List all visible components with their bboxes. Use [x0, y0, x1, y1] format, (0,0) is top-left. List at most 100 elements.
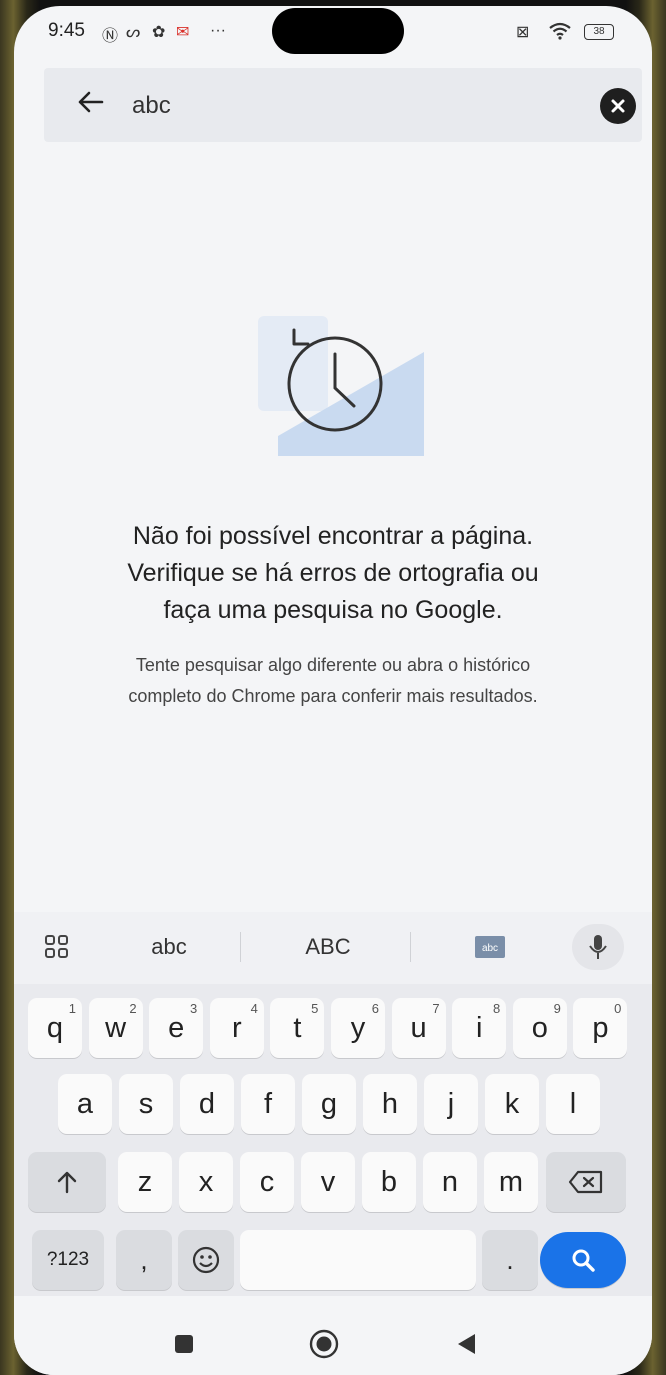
backspace-key[interactable]	[546, 1152, 626, 1212]
key-z[interactable]: z	[118, 1152, 172, 1212]
key-hint: 7	[432, 1001, 440, 1016]
arrow-left-icon	[78, 91, 104, 113]
key-hint: 8	[492, 1001, 501, 1016]
microphone-icon	[589, 935, 607, 959]
key-a[interactable]: a	[58, 1074, 112, 1134]
key-label: e	[168, 1011, 185, 1044]
no-sim-icon: ⊠	[516, 24, 530, 41]
key-label: w	[105, 1011, 127, 1044]
key-label: q	[46, 1011, 64, 1044]
home-circle-icon	[309, 1329, 339, 1359]
key-o[interactable]: o9	[512, 998, 567, 1058]
shift-arrow-icon	[57, 1171, 77, 1194]
close-icon	[611, 99, 625, 113]
key-label: u	[410, 1011, 427, 1044]
key-d[interactable]: d	[180, 1074, 234, 1134]
emoji-key[interactable]	[178, 1230, 234, 1290]
status-time: 9:45	[48, 20, 85, 41]
toolbar-divider	[240, 932, 241, 962]
key-v[interactable]: v	[301, 1152, 355, 1212]
key-b[interactable]: b	[362, 1152, 416, 1212]
key-u[interactable]: u7	[391, 998, 446, 1058]
sim-icon: ᔕ	[126, 24, 141, 41]
key-p[interactable]: p0	[573, 998, 628, 1058]
more-icon: ···	[210, 22, 226, 39]
key-k[interactable]: k	[485, 1074, 539, 1134]
key-hint: 1	[68, 1001, 76, 1016]
square-icon	[175, 1335, 193, 1353]
keyboard-toolbar: abc ABC abc	[14, 912, 652, 984]
svg-text:abc: abc	[482, 943, 498, 954]
back-nav-button[interactable]	[446, 1324, 486, 1364]
key-q[interactable]: q1	[28, 998, 82, 1058]
nfc-icon: Ⓝ	[102, 28, 119, 45]
period-key[interactable]: .	[482, 1230, 538, 1290]
key-x[interactable]: x	[179, 1152, 233, 1212]
key-t[interactable]: t5	[270, 998, 325, 1058]
key-e[interactable]: e3	[149, 998, 204, 1058]
clear-search-button[interactable]	[600, 88, 636, 124]
shift-key[interactable]	[28, 1152, 106, 1212]
home-button[interactable]	[304, 1324, 344, 1364]
key-label: t	[293, 1011, 302, 1044]
phone-frame: 9:45 Ⓝ ᔕ ✿ ✉ ··· ⊠ 38 Não foi possível e…	[0, 0, 666, 1375]
key-hint: 9	[553, 1001, 561, 1016]
key-n[interactable]: n	[423, 1152, 477, 1212]
history-illustration-icon	[258, 316, 424, 456]
search-bar	[44, 68, 642, 142]
abc-style-icon: abc	[475, 936, 505, 958]
back-button[interactable]	[72, 82, 108, 122]
status-bar: 9:45 Ⓝ ᔕ ✿ ✉ ··· ⊠ 38	[14, 6, 652, 58]
key-w[interactable]: w2	[88, 998, 143, 1058]
suggestion-uppercase[interactable]: ABC	[290, 924, 366, 970]
key-f[interactable]: f	[241, 1074, 295, 1134]
backspace-icon	[568, 1170, 603, 1194]
search-key[interactable]	[540, 1232, 626, 1288]
key-hint: 3	[189, 1001, 198, 1016]
recents-button[interactable]	[164, 1324, 204, 1364]
space-key[interactable]	[240, 1230, 476, 1290]
apps-grid-button[interactable]	[36, 924, 78, 970]
key-h[interactable]: h	[363, 1074, 417, 1134]
key-hint: 6	[371, 1001, 379, 1016]
suggestion-lowercase[interactable]: abc	[136, 924, 202, 970]
key-label: r	[231, 1011, 242, 1044]
key-hint: 5	[311, 1001, 319, 1016]
mail-icon: ✉	[176, 24, 190, 41]
key-label: y	[350, 1011, 366, 1044]
key-label: o	[531, 1011, 548, 1044]
key-hint: 4	[250, 1001, 258, 1016]
key-j[interactable]: j	[424, 1074, 478, 1134]
key-s[interactable]: s	[119, 1074, 173, 1134]
key-y[interactable]: y6	[331, 998, 385, 1058]
symbols-key[interactable]: ?123	[32, 1230, 104, 1290]
key-m[interactable]: m	[484, 1152, 538, 1212]
screen: 9:45 Ⓝ ᔕ ✿ ✉ ··· ⊠ 38 Não foi possível e…	[14, 6, 652, 1375]
camera-notch	[272, 8, 404, 54]
emoji-icon	[192, 1246, 220, 1274]
comma-key[interactable]: ,	[116, 1230, 172, 1290]
not-found-subtitle: Tente pesquisar algo diferente ou abra o…	[128, 655, 538, 706]
triangle-back-icon	[458, 1334, 475, 1354]
toolbar-divider	[410, 932, 411, 962]
key-label: i	[475, 1011, 483, 1044]
key-l[interactable]: l	[546, 1074, 600, 1134]
key-c[interactable]: c	[240, 1152, 294, 1212]
grid-icon	[45, 935, 68, 958]
navigation-bar	[14, 1296, 652, 1375]
gear-icon: ✿	[152, 24, 166, 41]
search-icon	[572, 1249, 595, 1272]
search-input[interactable]	[132, 88, 552, 124]
keyboard: q1w2e3r4t5y6u7i8o9p0 asdfghjkl zxcvbnm ?…	[14, 984, 652, 1296]
battery-icon: 38	[584, 24, 614, 40]
key-g[interactable]: g	[302, 1074, 356, 1134]
key-hint: 0	[614, 1001, 622, 1016]
not-found-title: Não foi possível encontrar a página. Ver…	[127, 522, 539, 624]
key-r[interactable]: r4	[209, 998, 264, 1058]
key-hint: 2	[129, 1001, 137, 1016]
key-label: p	[592, 1011, 609, 1044]
voice-input-button[interactable]	[572, 924, 624, 970]
key-i[interactable]: i8	[452, 998, 507, 1058]
text-style-button[interactable]: abc	[468, 924, 512, 970]
wifi-icon	[548, 22, 572, 45]
